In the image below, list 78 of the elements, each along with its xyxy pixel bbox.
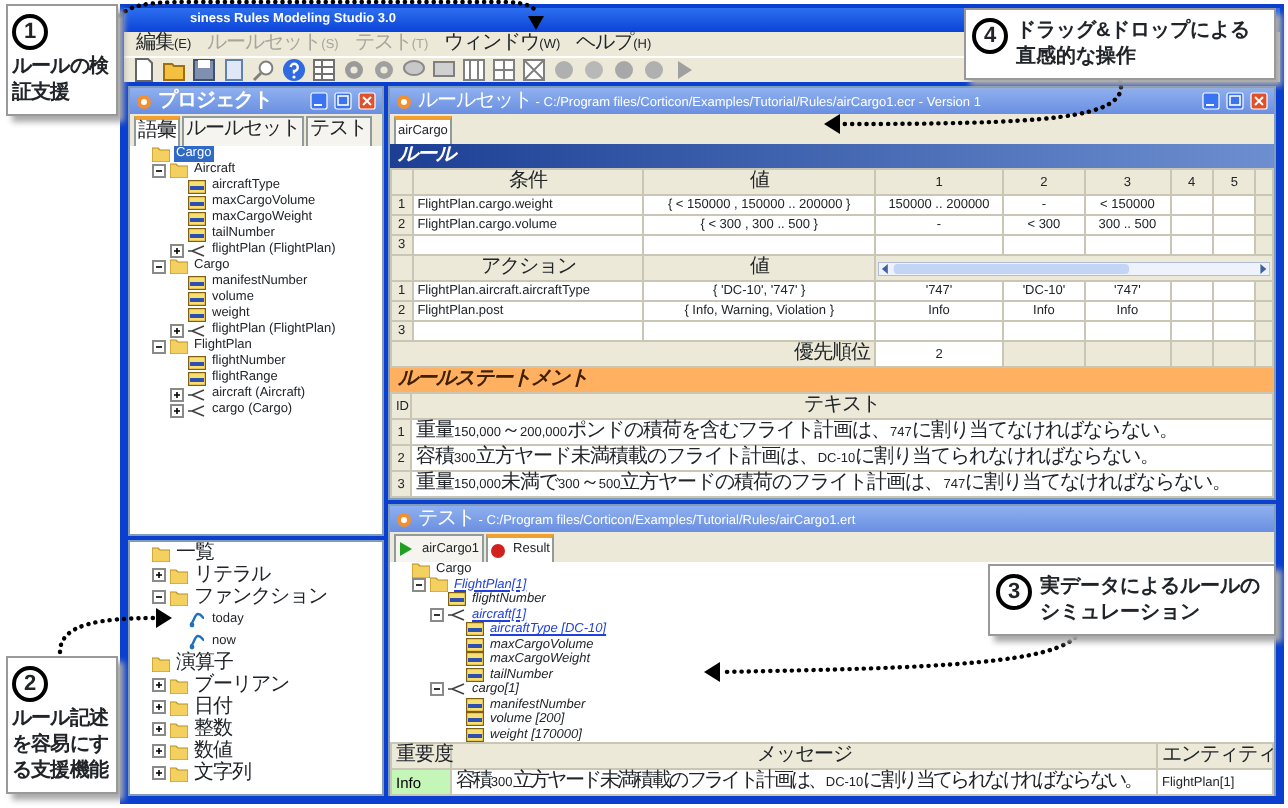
function-icon — [188, 611, 206, 627]
tree-item[interactable]: 一覧 — [174, 541, 216, 565]
section-header: ルールステートメント — [390, 368, 1274, 392]
grid-icon[interactable] — [312, 58, 336, 82]
panel-title: プロジェクト — [158, 88, 272, 114]
tree-item[interactable]: ブーリアン — [192, 673, 291, 697]
expand-icon[interactable] — [152, 766, 166, 780]
minimize-button[interactable] — [310, 92, 328, 110]
column-header: 値 — [643, 255, 875, 281]
window-icon — [396, 511, 412, 527]
tab[interactable]: 語彙 — [134, 116, 180, 146]
expand-icon[interactable] — [170, 323, 184, 337]
grid-icon[interactable] — [492, 58, 516, 82]
callout-text: ルールの検証支援 — [12, 54, 111, 106]
collapse-icon[interactable] — [430, 682, 444, 697]
stop-icon — [489, 541, 506, 559]
close-button[interactable] — [358, 92, 376, 110]
expand-icon[interactable] — [152, 744, 166, 758]
tree-item[interactable]: リテラル — [192, 563, 272, 587]
expand-icon[interactable] — [170, 403, 184, 417]
collapse-icon[interactable] — [430, 607, 444, 622]
expand-icon[interactable] — [170, 243, 184, 257]
expand-icon[interactable] — [152, 700, 166, 714]
branch-icon — [448, 607, 466, 622]
section-header: ルール — [390, 144, 1274, 168]
tree-item[interactable]: ファンクション — [192, 585, 329, 609]
branch-icon — [188, 323, 206, 337]
tree-item[interactable]: 演算子 — [174, 651, 235, 675]
folder-icon — [170, 258, 188, 274]
tree-item[interactable]: 数値 — [192, 739, 234, 763]
collapse-icon[interactable] — [152, 259, 166, 273]
window-icon — [136, 93, 152, 109]
column-header: エンティティ — [1157, 743, 1273, 769]
folder-icon — [170, 338, 188, 354]
callout-text: ドラッグ&ドロップによる直感的な操作 — [1016, 18, 1253, 70]
collapse-icon[interactable] — [152, 163, 166, 177]
collapse-icon[interactable] — [152, 590, 166, 604]
function-icon — [188, 633, 206, 649]
expand-icon[interactable] — [152, 722, 166, 736]
step-number: 2 — [12, 666, 48, 702]
play-icon — [398, 540, 414, 558]
window-icon — [396, 93, 412, 109]
search-icon[interactable] — [252, 58, 276, 82]
collapse-icon[interactable] — [152, 339, 166, 353]
step-number: 4 — [972, 18, 1008, 54]
tree-item[interactable]: 日付 — [192, 695, 234, 719]
column-header: 重要度 — [391, 743, 451, 769]
column-header: メッセージ — [451, 743, 1157, 769]
save-icon[interactable] — [192, 58, 216, 82]
tab[interactable]: ルールセット — [182, 116, 304, 146]
column-header: 値 — [643, 169, 875, 195]
maximize-button[interactable] — [1226, 92, 1244, 110]
step-number: 1 — [12, 14, 48, 50]
collapse-icon[interactable] — [412, 577, 426, 592]
tree-item[interactable]: 整数 — [192, 717, 234, 741]
expand-icon[interactable] — [152, 568, 166, 582]
close-button[interactable] — [1250, 92, 1268, 110]
step-number: 3 — [996, 574, 1032, 610]
scrollbar[interactable] — [877, 261, 1270, 275]
expand-icon[interactable] — [152, 678, 166, 692]
grid-icon[interactable] — [522, 58, 546, 82]
grid-icon[interactable] — [462, 58, 486, 82]
branch-icon — [448, 682, 466, 697]
dotted-arrow — [57, 608, 172, 655]
branch-icon — [188, 243, 206, 257]
priority-label: 優先順位 — [391, 341, 875, 367]
tab[interactable]: テスト — [306, 116, 371, 146]
column-header: 条件 — [412, 169, 644, 195]
help-icon[interactable] — [282, 58, 306, 82]
maximize-button[interactable] — [334, 92, 352, 110]
new-page-icon[interactable] — [132, 58, 156, 82]
column-header: アクション — [412, 255, 644, 281]
callout-text: ルール記述を容易にする支援機能 — [12, 706, 111, 784]
expand-icon[interactable] — [170, 387, 184, 401]
callout-text: 実データによるルールのシミュレーション — [1040, 574, 1262, 626]
column-header: テキスト — [411, 393, 1273, 419]
tree-item[interactable]: 文字列 — [192, 761, 253, 785]
minimize-button[interactable] — [1202, 92, 1220, 110]
